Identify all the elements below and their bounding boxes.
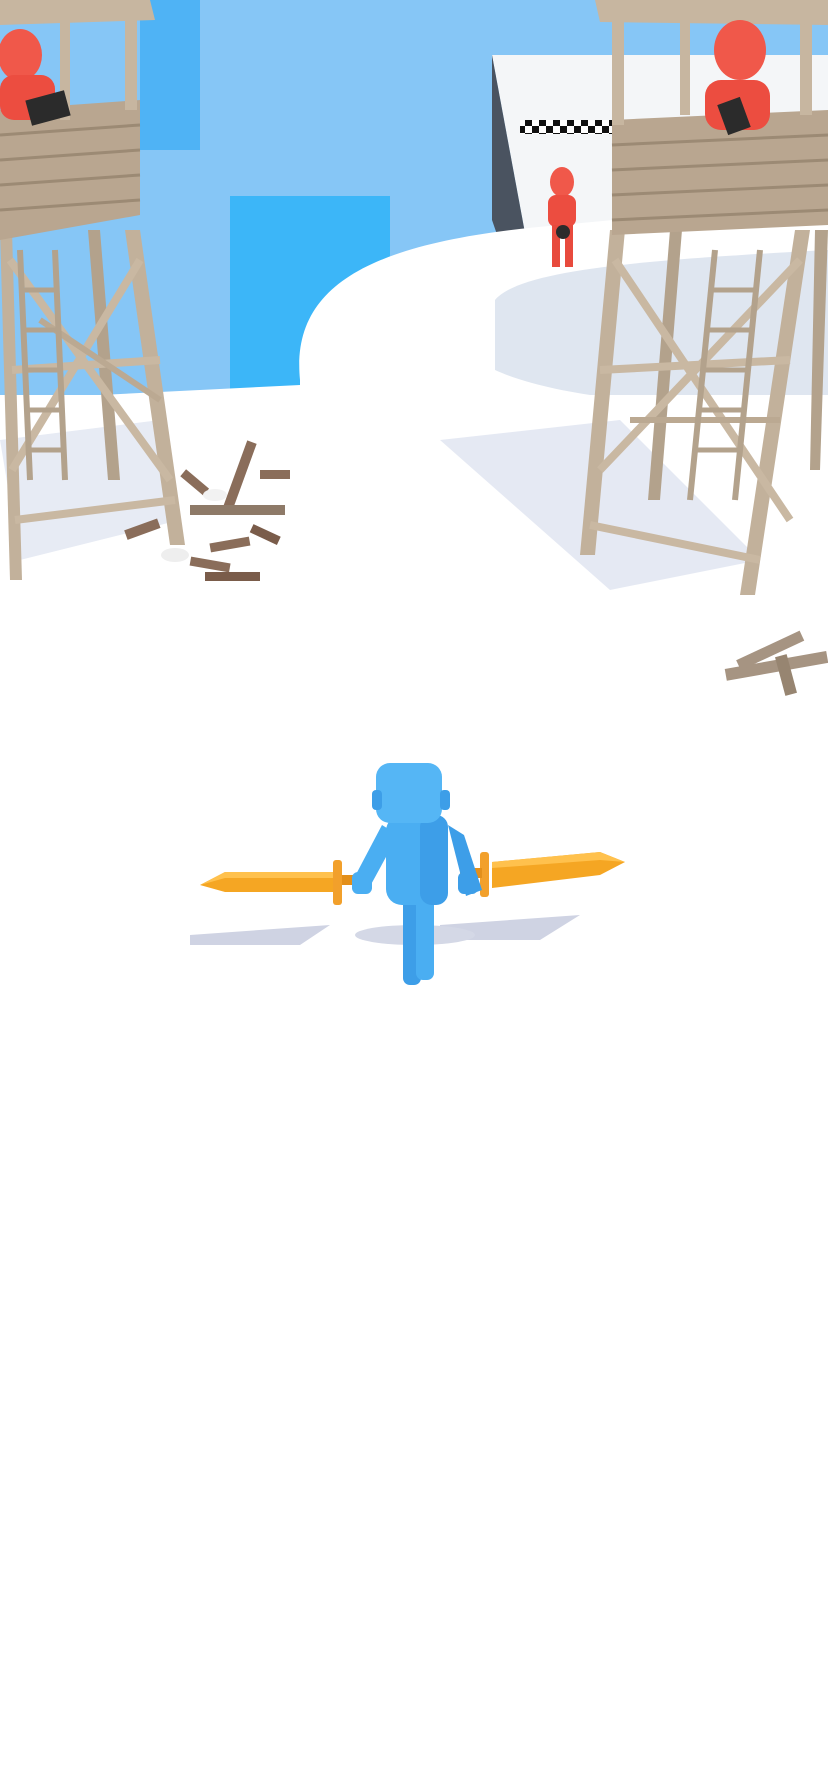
gun-icon <box>556 225 570 239</box>
game-scene[interactable] <box>0 0 828 1792</box>
game-viewport[interactable] <box>0 0 828 1792</box>
